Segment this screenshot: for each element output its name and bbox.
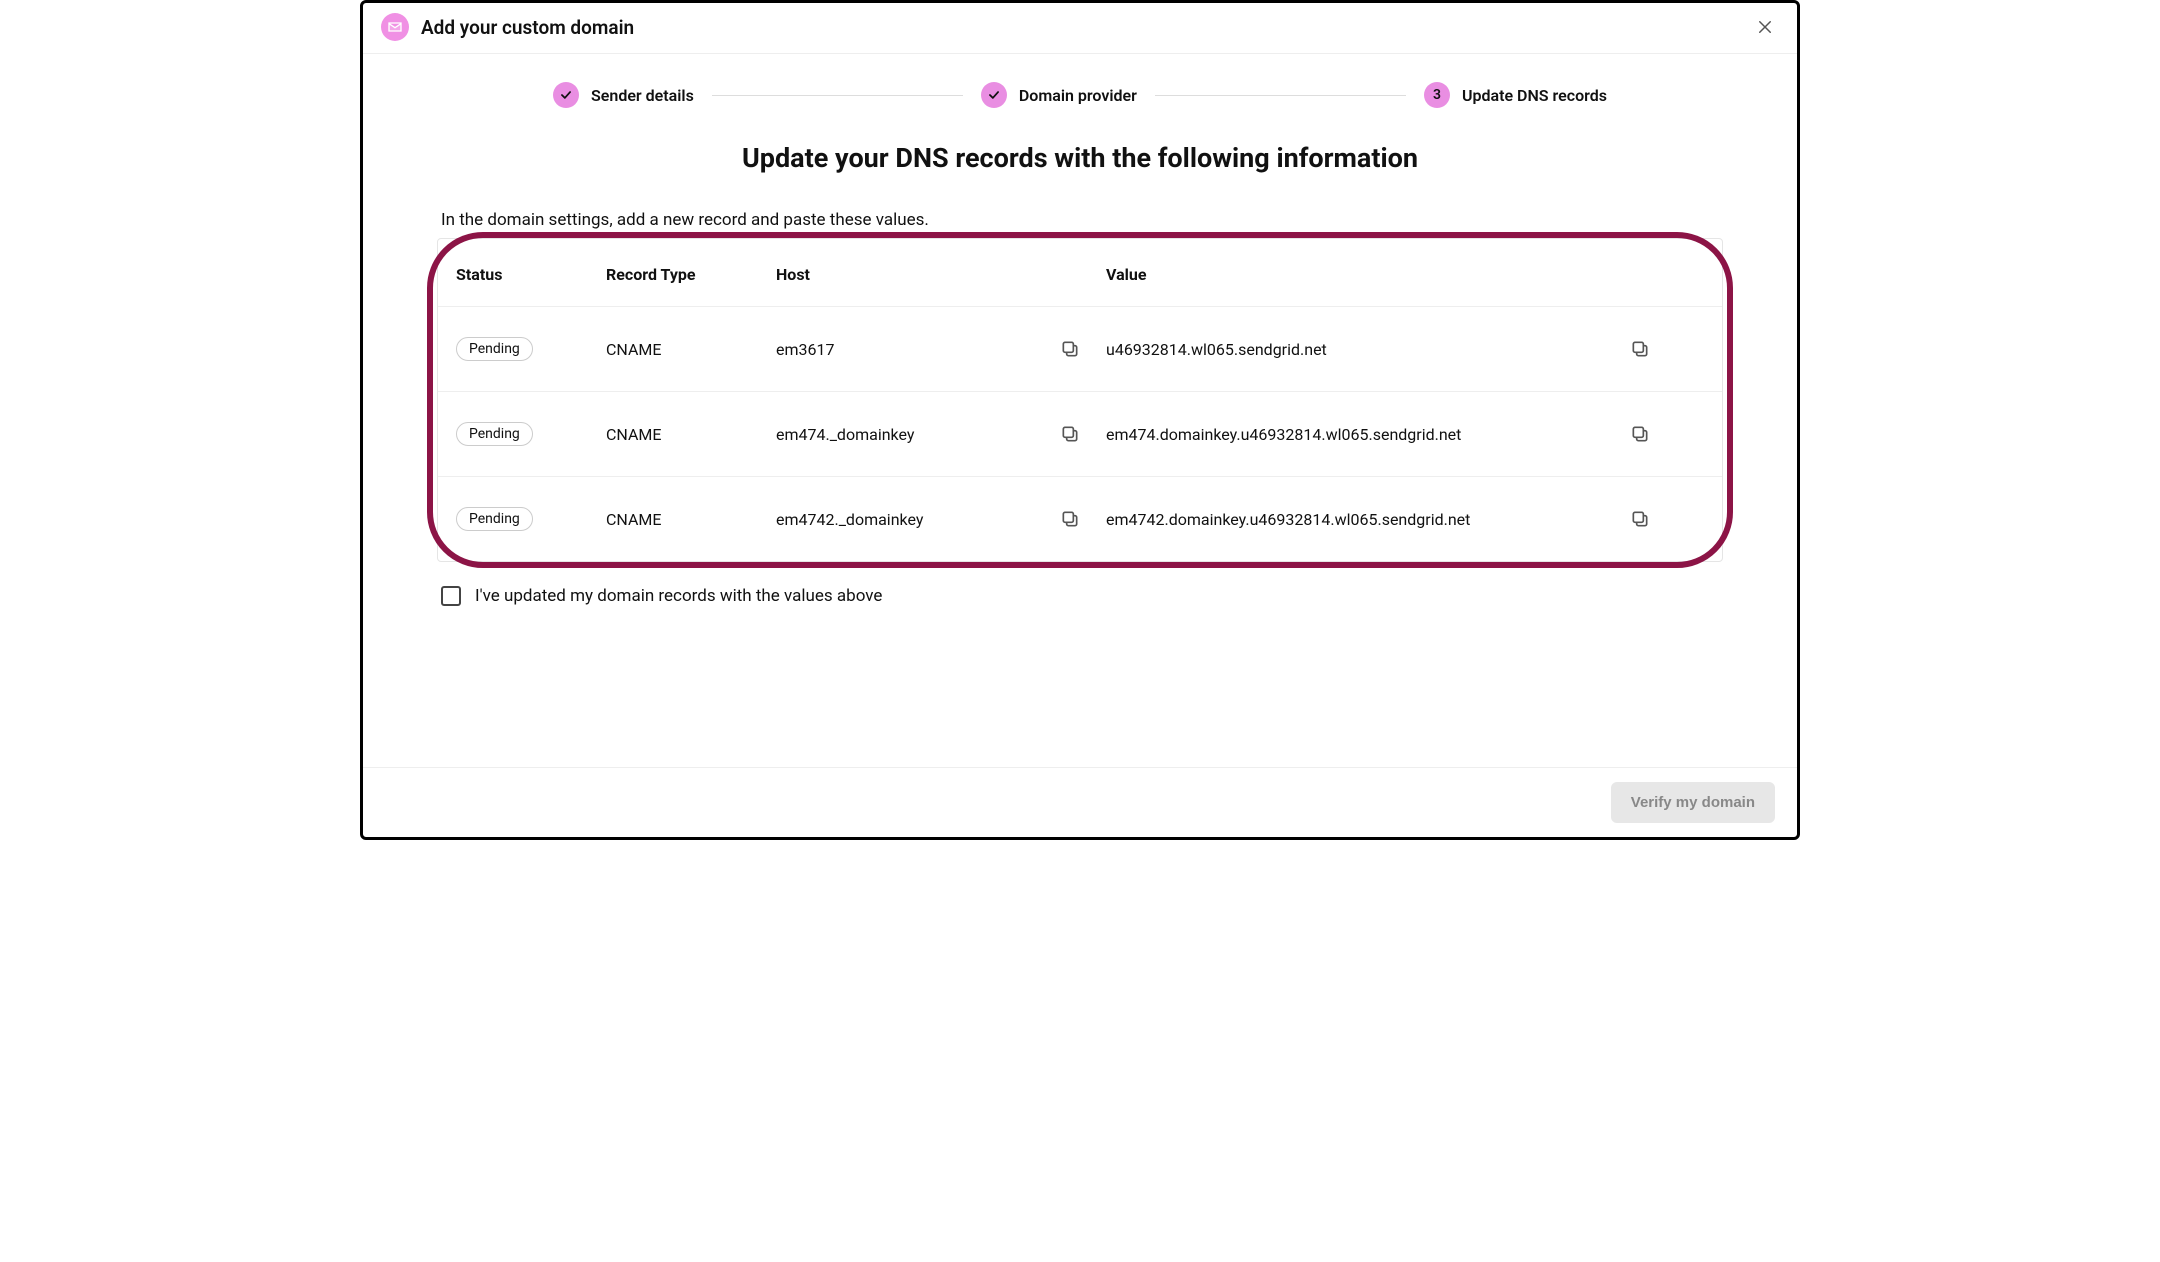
cell-record-type: CNAME	[606, 425, 776, 444]
copy-value-button[interactable]	[1626, 335, 1654, 363]
table-row: Pending CNAMEem3617 u46932814.wl065.sendgr…	[438, 307, 1722, 391]
cell-status: Pending	[456, 337, 606, 361]
col-record-type: Record Type	[606, 265, 776, 284]
copy-icon	[1060, 339, 1080, 359]
close-icon	[1756, 18, 1774, 36]
copy-value-button[interactable]	[1626, 420, 1654, 448]
col-host: Host	[776, 265, 1056, 284]
cell-host: em474._domainkey	[776, 425, 1056, 444]
table-row: Pending CNAMEem474._domainkey em474.domain…	[438, 391, 1722, 476]
modal-content: Sender details Domain provider 3 Update …	[363, 54, 1797, 767]
page-heading: Update your DNS records with the followi…	[363, 132, 1797, 210]
table-row: Pending CNAMEem4742._domainkey em4742.doma…	[438, 476, 1722, 561]
modal-header: Add your custom domain	[363, 3, 1797, 54]
cell-value: em474.domainkey.u46932814.wl065.sendgrid…	[1106, 425, 1626, 444]
copy-icon	[1630, 509, 1650, 529]
step-circle-1	[553, 82, 579, 108]
cell-record-type: CNAME	[606, 510, 776, 529]
header-left: Add your custom domain	[381, 13, 634, 41]
stepper: Sender details Domain provider 3 Update …	[363, 54, 1797, 132]
confirm-checkbox[interactable]	[441, 586, 461, 606]
copy-icon	[1060, 424, 1080, 444]
cell-status: Pending	[456, 422, 606, 446]
cell-host: em3617	[776, 340, 1056, 359]
table-header-row: Status Record Type Host Value	[438, 239, 1722, 307]
col-value: Value	[1106, 265, 1626, 284]
step-label: Sender details	[591, 86, 694, 105]
copy-icon	[1630, 339, 1650, 359]
col-status: Status	[456, 265, 606, 284]
check-icon	[987, 88, 1001, 102]
step-circle-2	[981, 82, 1007, 108]
copy-host-button[interactable]	[1056, 335, 1084, 363]
copy-icon	[1060, 509, 1080, 529]
step-circle-3: 3	[1424, 82, 1450, 108]
status-badge: Pending	[456, 507, 533, 531]
cell-status: Pending	[456, 507, 606, 531]
modal-window: Add your custom domain Sender details Do…	[360, 0, 1800, 840]
verify-button[interactable]: Verify my domain	[1611, 782, 1775, 823]
instruction-text: In the domain settings, add a new record…	[363, 210, 1797, 238]
close-button[interactable]	[1751, 13, 1779, 41]
step-divider	[712, 95, 963, 96]
modal-footer: Verify my domain	[363, 767, 1797, 837]
brand-icon	[381, 13, 409, 41]
cell-record-type: CNAME	[606, 340, 776, 359]
dns-table-highlight: Status Record Type Host Value Pending CNA…	[437, 238, 1723, 562]
status-badge: Pending	[456, 422, 533, 446]
step-update-dns[interactable]: 3 Update DNS records	[1424, 82, 1607, 108]
step-label: Domain provider	[1019, 86, 1137, 105]
step-sender-details[interactable]: Sender details	[553, 82, 694, 108]
cell-value: u46932814.wl065.sendgrid.net	[1106, 340, 1626, 359]
confirm-row: I've updated my domain records with the …	[363, 562, 1797, 606]
cell-value: em4742.domainkey.u46932814.wl065.sendgri…	[1106, 510, 1626, 529]
status-badge: Pending	[456, 337, 533, 361]
check-icon	[559, 88, 573, 102]
copy-icon	[1630, 424, 1650, 444]
modal-title: Add your custom domain	[421, 16, 634, 39]
step-label: Update DNS records	[1462, 86, 1607, 105]
confirm-label: I've updated my domain records with the …	[475, 586, 882, 606]
envelope-icon	[387, 19, 403, 35]
step-divider	[1155, 95, 1406, 96]
table-body: PendingCNAMEem3617u46932814.wl065.sendgr…	[438, 307, 1722, 561]
copy-host-button[interactable]	[1056, 505, 1084, 533]
cell-host: em4742._domainkey	[776, 510, 1056, 529]
dns-table: Status Record Type Host Value Pending CNA…	[437, 238, 1723, 562]
copy-value-button[interactable]	[1626, 505, 1654, 533]
copy-host-button[interactable]	[1056, 420, 1084, 448]
step-domain-provider[interactable]: Domain provider	[981, 82, 1137, 108]
